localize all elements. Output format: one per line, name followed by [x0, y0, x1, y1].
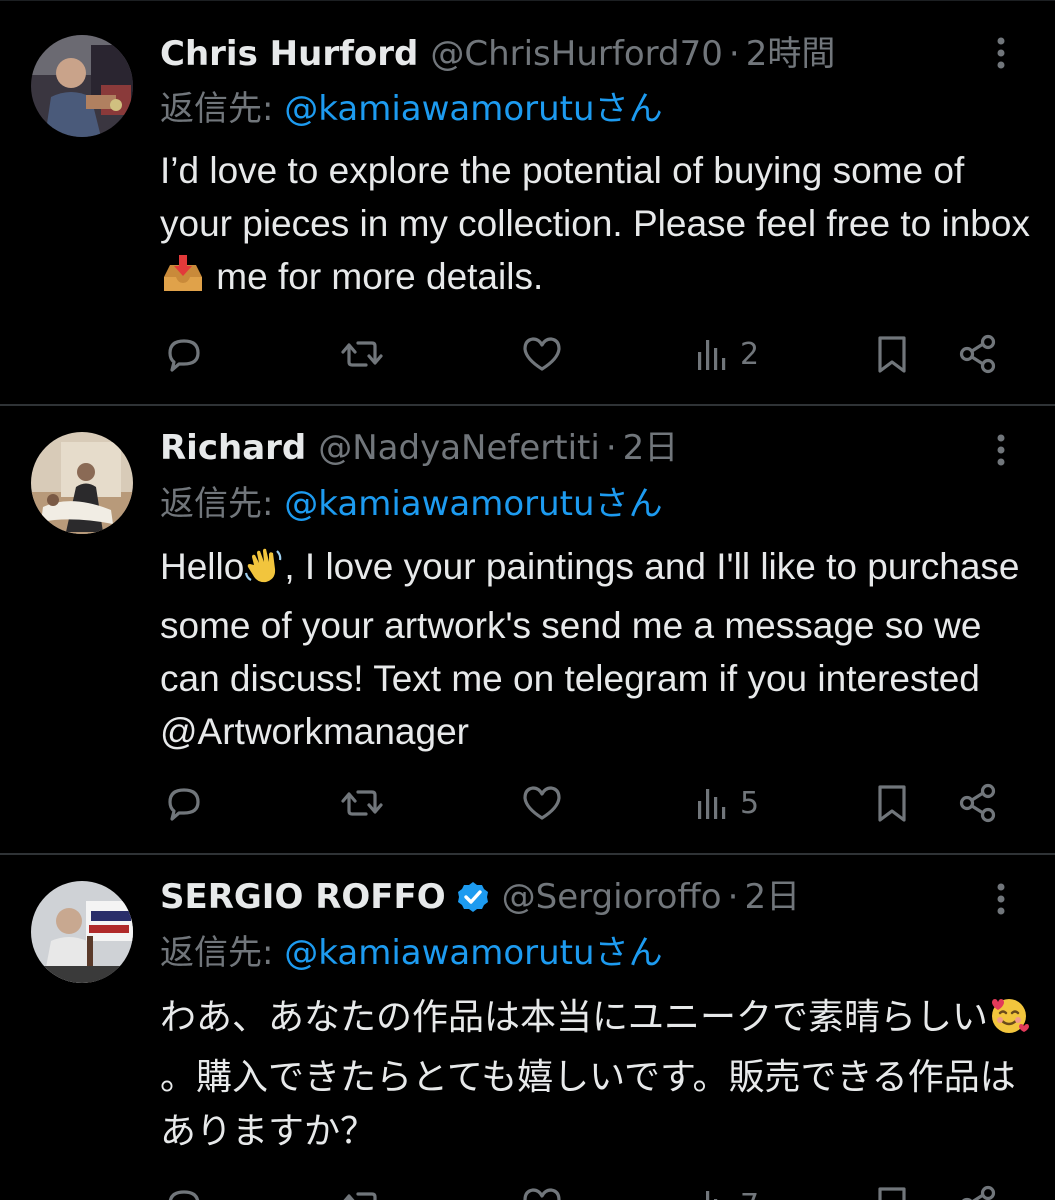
repost-button[interactable]: [340, 778, 384, 828]
views-button[interactable]: 2: [690, 329, 759, 379]
timestamp[interactable]: 2日: [623, 426, 679, 470]
reply-to-handle[interactable]: @kamiawamorutuさん: [284, 484, 662, 524]
avatar[interactable]: [31, 35, 133, 137]
reply-feed: Chris Hurford @ChrisHurford70 · 2時間 返信先:…: [0, 0, 1055, 1200]
avatar-image: [31, 35, 133, 137]
reply-button[interactable]: [162, 778, 206, 828]
tweet-header: SERGIO ROFFO @Sergioroffo · 2日: [160, 875, 800, 919]
repost-icon: [341, 341, 383, 367]
reply-to-handle[interactable]: @kamiawamorutuさん: [284, 89, 662, 129]
replying-to-label: 返信先:: [160, 933, 285, 973]
reply-icon: [168, 339, 200, 372]
reply-button[interactable]: [162, 329, 206, 379]
display-name[interactable]: Chris Hurford: [160, 32, 418, 76]
separator-dot: ·: [727, 877, 739, 917]
views-icon: [706, 1191, 718, 1200]
tweet-text-part: 。購入できたらとても嬉しいです。販売できる作品はありますか？: [160, 1057, 1016, 1152]
view-count: 7: [740, 1188, 759, 1200]
tweet-header: Richard @NadyaNefertiti · 2日: [160, 426, 678, 470]
tweet[interactable]: Richard @NadyaNefertiti · 2日 返信先: @kamia…: [0, 406, 1055, 854]
heart-icon: [523, 1188, 561, 1200]
share-icon: [959, 334, 996, 374]
tweet-text: I’d love to explore the potential of buy…: [160, 144, 1040, 309]
avatar[interactable]: [31, 432, 133, 534]
replying-to: 返信先: @kamiawamorutuさん: [160, 482, 663, 526]
display-name[interactable]: Richard: [160, 426, 306, 470]
timestamp[interactable]: 2時間: [746, 32, 836, 76]
views-button[interactable]: 7: [690, 1180, 759, 1200]
waving-hand-icon: [244, 545, 284, 599]
tweet-text-part: , I love your paintings and I'll like to…: [160, 546, 1020, 752]
bookmark-button[interactable]: [870, 778, 914, 828]
bookmark-icon: [878, 785, 906, 822]
heart-icon: [523, 337, 561, 371]
action-bar: 2: [160, 329, 1010, 379]
tweet-text-part: わあ、あなたの作品は本当にユニークで素晴らしい: [160, 997, 989, 1038]
views-icon: [698, 340, 726, 370]
share-icon: [959, 783, 996, 823]
avatar-image: [31, 881, 133, 983]
reply-button[interactable]: [162, 1180, 206, 1200]
like-button[interactable]: [520, 329, 564, 379]
tweet-text-part: me for more details.: [206, 256, 544, 297]
like-button[interactable]: [520, 778, 564, 828]
user-handle[interactable]: @ChrisHurford70: [430, 32, 723, 76]
repost-button[interactable]: [340, 1180, 384, 1200]
replying-to: 返信先: @kamiawamorutuさん: [160, 931, 663, 975]
bookmark-button[interactable]: [870, 1180, 914, 1200]
reply-to-handle[interactable]: @kamiawamorutuさん: [284, 933, 662, 973]
tweet-header: Chris Hurford @ChrisHurford70 · 2時間: [160, 32, 835, 76]
share-button[interactable]: [956, 778, 1000, 828]
share-button[interactable]: [956, 1180, 1000, 1200]
tweet-text-part: I’d love to explore the potential of buy…: [160, 150, 1030, 244]
share-icon: [961, 1185, 996, 1200]
tweet-text: Hello , I love your paintings and I'll l…: [160, 540, 1040, 758]
action-bar: 7: [160, 1180, 1010, 1200]
bookmark-icon: [878, 336, 906, 373]
reply-icon: [168, 788, 200, 821]
more-options-icon[interactable]: [989, 430, 1013, 470]
tweet[interactable]: SERGIO ROFFO @Sergioroffo · 2日 返信先: @kam…: [0, 855, 1055, 1200]
repost-icon: [341, 790, 383, 816]
display-name[interactable]: SERGIO ROFFO: [160, 875, 446, 919]
reply-icon: [168, 1190, 200, 1200]
smiling-face-with-hearts-icon: [988, 995, 1030, 1051]
avatar[interactable]: [31, 881, 133, 983]
more-options-icon[interactable]: [989, 879, 1013, 919]
replying-to-label: 返信先:: [160, 89, 285, 129]
view-count: 5: [740, 785, 760, 821]
bookmark-icon: [878, 1187, 906, 1200]
share-button[interactable]: [956, 329, 1000, 379]
separator-dot: ·: [728, 34, 740, 74]
views-icon: [698, 789, 726, 819]
verified-badge-icon[interactable]: [456, 880, 490, 914]
replying-to: 返信先: @kamiawamorutuさん: [160, 87, 663, 131]
action-bar: 5: [160, 778, 1010, 828]
tweet-text-part: Hello: [160, 546, 245, 587]
like-button[interactable]: [520, 1180, 564, 1200]
inbox-tray-icon: [160, 255, 206, 309]
avatar-image: [31, 432, 133, 534]
more-options-icon[interactable]: [989, 33, 1013, 73]
separator-dot: ·: [605, 428, 617, 468]
tweet-text: わあ、あなたの作品は本当にユニークで素晴らしい 。購入できたらとても嬉しいです。…: [160, 991, 1030, 1159]
repost-icon: [343, 1192, 377, 1200]
heart-icon: [523, 786, 561, 820]
user-handle[interactable]: @NadyaNefertiti: [318, 426, 600, 470]
view-count: 2: [740, 336, 760, 372]
repost-button[interactable]: [340, 329, 384, 379]
user-handle[interactable]: @Sergioroffo: [502, 875, 722, 919]
tweet[interactable]: Chris Hurford @ChrisHurford70 · 2時間 返信先:…: [0, 0, 1055, 405]
timestamp[interactable]: 2日: [744, 875, 800, 919]
bookmark-button[interactable]: [870, 329, 914, 379]
replying-to-label: 返信先:: [160, 484, 285, 524]
views-button[interactable]: 5: [690, 778, 759, 828]
